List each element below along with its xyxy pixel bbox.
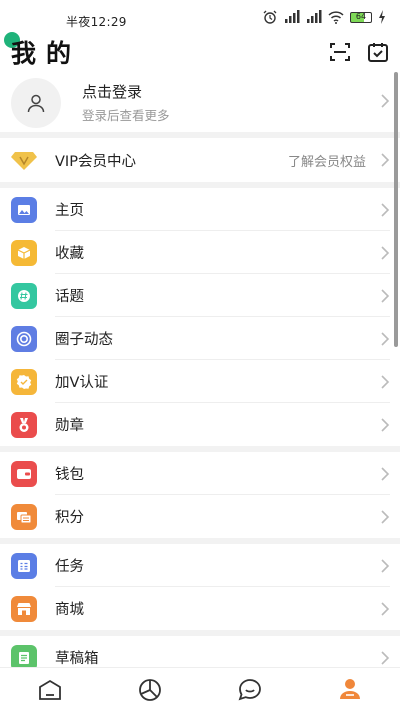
signal-icon [307,10,322,23]
chevron-right-icon [381,650,390,665]
page-title: 我的 [11,39,82,68]
status-time: 半夜12:29 [66,15,127,29]
menu-row-group1-3[interactable]: 圈子动态 [0,317,400,360]
menu-row-group3-0[interactable]: 任务 [0,544,400,587]
chevron-right-icon [381,245,390,260]
user-icon [27,94,45,113]
menu-row-group1-0[interactable]: 主页 [0,188,400,231]
image-icon [11,196,37,223]
menu-row-label: 钱包 [55,467,84,483]
status-bar: 半夜12:29 64 [0,0,400,38]
page-header: 我的 [0,32,400,70]
login-subtitle: 登录后查看更多 [82,108,170,123]
calendar-check-icon[interactable] [366,40,390,64]
home-icon [39,679,61,700]
menu-row-group1-4[interactable]: 加V认证 [0,360,400,403]
task-icon [11,552,37,579]
status-icons: 64 [262,10,386,24]
wallet-icon [11,460,37,487]
signal-icon [285,10,300,23]
vip-center-row[interactable]: VIP会员中心 了解会员权益 [0,138,400,182]
shop-icon [11,595,37,622]
menu-row-label: 商城 [55,602,84,618]
menu-group-3: 任务 商城 [0,544,400,630]
chat-icon [238,678,261,700]
chevron-right-icon [381,94,390,108]
vip-label: VIP会员中心 [55,153,136,170]
tab-discover[interactable] [100,668,200,711]
menu-row-label: 话题 [55,289,84,305]
menu-row-group1-1[interactable]: 收藏 [0,231,400,274]
chevron-right-icon [381,202,390,217]
scan-icon[interactable] [328,40,352,64]
chevron-right-icon [381,509,390,524]
login-title[interactable]: 点击登录 [82,81,142,102]
menu-group-1: 主页收藏话题圈子动态加V认证勋章 [0,188,400,446]
medal-icon [11,411,37,438]
chevron-right-icon [381,374,390,389]
coins-icon [11,503,37,530]
login-card[interactable]: 点击登录 登录后查看更多 [0,70,400,132]
menu-row-group1-2[interactable]: 话题 [0,274,400,317]
hashtag-icon [11,282,37,309]
menu-row-label: 任务 [55,559,84,575]
menu-row-label: 积分 [55,510,84,526]
charging-icon [379,10,385,24]
tab-messages[interactable] [200,668,300,711]
menu-row-label: 圈子动态 [55,332,113,348]
menu-row-label: 主页 [55,203,84,219]
tab-home[interactable] [0,668,100,711]
circle-icon [11,325,37,352]
profile-active-icon [340,678,360,699]
menu-row-label: 草稿箱 [55,651,99,667]
avatar[interactable] [11,78,61,128]
bottom-tab-bar [0,667,400,711]
diamond-icon [11,147,37,173]
chevron-right-icon [381,417,390,432]
chevron-right-icon [381,288,390,303]
menu-row-label: 收藏 [55,246,84,262]
scrollbar[interactable] [394,72,398,347]
chevron-right-icon [381,153,390,167]
tab-profile[interactable] [300,668,400,711]
menu-row-label: 勋章 [55,418,84,434]
menu-row-group1-5[interactable]: 勋章 [0,403,400,446]
chevron-right-icon [381,331,390,346]
menu-row-group3-1[interactable]: 商城 [0,587,400,630]
menu-row-group2-1[interactable]: 积分 [0,495,400,538]
chevron-right-icon [381,601,390,616]
menu-row-group2-0[interactable]: 钱包 [0,452,400,495]
alarm-icon [263,10,277,24]
cube-icon [11,239,37,266]
vip-extra: 了解会员权益 [287,154,366,170]
wifi-icon [328,11,344,24]
menu-row-label: 加V认证 [55,375,109,391]
badge-check-icon [11,368,37,395]
chevron-right-icon [381,558,390,573]
battery-icon: 64 [350,11,372,23]
chevron-right-icon [381,466,390,481]
menu-group-2: 钱包 积分 [0,452,400,538]
pie-chart-icon [139,678,161,701]
